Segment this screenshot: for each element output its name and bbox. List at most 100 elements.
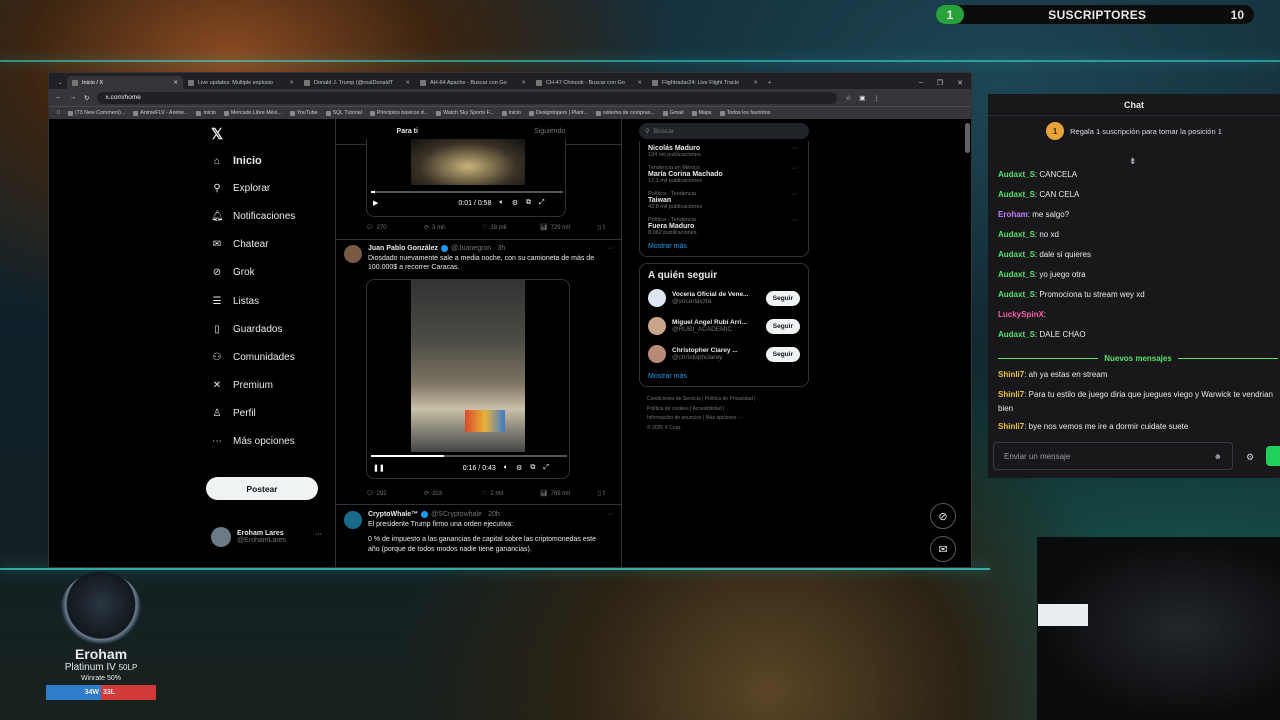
chat-username[interactable]: Audaxt_S [998, 330, 1035, 339]
account-switcher[interactable]: Eroham Lares @ErohamLares ··· [211, 527, 322, 547]
trend-item[interactable]: Nicolás Maduro 134 mil publicaciones ··· [648, 145, 800, 158]
video-player[interactable]: ❚❚ 0:16 / 0:43 🔈︎ ⚙ ⧉ ⤢ [366, 279, 570, 479]
post-button[interactable]: Postear [206, 477, 318, 500]
video-progress[interactable] [371, 455, 567, 457]
share-icon[interactable]: ⇪ [601, 490, 606, 497]
forward-icon[interactable]: → [70, 94, 77, 101]
trend-item[interactable]: Política · Tendencia Taiwan 43,8 mil publi… [648, 191, 800, 210]
more-icon[interactable]: ··· [791, 217, 798, 224]
nav-item-grok[interactable]: ⊘ Grok [211, 267, 255, 278]
menu-icon[interactable]: ⋮ [873, 94, 880, 102]
tweet-author[interactable]: CryptoWhale™ [368, 511, 418, 518]
browser-tab[interactable]: CH-47 Chinook - Buscar con Go ✕ [531, 76, 647, 89]
extensions-icon[interactable]: ▣ [859, 94, 865, 102]
chat-username[interactable]: Audaxt_S [998, 170, 1035, 179]
grok-icon[interactable]: ⊘ [930, 503, 956, 529]
avatar[interactable] [344, 245, 362, 263]
settings-icon[interactable]: ⚙ [512, 199, 518, 207]
pip-icon[interactable]: ⧉ [530, 464, 535, 472]
chat-username[interactable]: LuckySpinX [998, 310, 1044, 319]
footer-line[interactable]: Condiciones de Servicio | Política de Pr… [647, 395, 809, 405]
nav-item-inicio[interactable]: ⌂ Inicio [211, 155, 262, 167]
more-icon[interactable]: ··· [791, 191, 798, 198]
more-icon[interactable]: ··· [315, 531, 322, 538]
trend-item[interactable]: Tendencia en México María Corina Machado 1… [648, 165, 800, 184]
bookmark-item[interactable]: Watch Sky Sports F... [436, 110, 494, 116]
more-icon[interactable]: ··· [607, 245, 614, 252]
volume-icon[interactable]: 🔈︎ [499, 199, 503, 207]
chat-username[interactable]: Shinli7 [998, 390, 1024, 399]
bookmark-item[interactable]: Inicio [196, 110, 216, 116]
minimize-icon[interactable]: – [919, 79, 923, 86]
close-icon[interactable]: ✕ [405, 80, 410, 86]
follow-suggestion[interactable]: Vocería Oficial de Vene... @vocerlavzla Se… [648, 289, 800, 307]
url-field[interactable]: x.com/home [97, 91, 838, 104]
nav-item-notificaciones[interactable]: 🔔︎ Notificaciones [211, 211, 295, 222]
tweet-action[interactable]: 📊︎ 769 mil [540, 490, 598, 498]
chat-username[interactable]: Audaxt_S [998, 190, 1035, 199]
nav-item-chatear[interactable]: ✉ Chatear [211, 239, 269, 250]
bookmark-item[interactable]: sistema de compras... [595, 110, 655, 116]
fullscreen-icon[interactable]: ⤢ [543, 464, 549, 472]
messages-icon[interactable]: ✉ [930, 536, 956, 562]
tweet-action[interactable]: ♡ 18 mil [482, 224, 540, 232]
close-icon[interactable]: ✕ [957, 79, 963, 87]
search-input[interactable]: ⚲ Buscar [639, 123, 809, 139]
footer-line[interactable]: © 2025 X Corp. [647, 424, 809, 434]
footer-line[interactable]: Política de cookies | Accesibilidad | [647, 405, 809, 415]
nav-item-perfil[interactable]: ♙ Perfil [211, 408, 256, 419]
collapse-icon[interactable]: ⇟ [1129, 156, 1137, 167]
tweet-action[interactable]: 💬︎ 292 [366, 490, 424, 498]
chat-username[interactable]: Shinli7 [998, 422, 1024, 431]
bookmark-item[interactable]: Principios básicos d... [369, 110, 428, 116]
bookmark-item[interactable]: Maps [691, 110, 712, 116]
gift-sub-banner[interactable]: 1 Regala 1 suscripción para tomar la pos… [988, 116, 1280, 146]
share-icon[interactable]: ⇪ [601, 224, 606, 231]
emote-icon[interactable]: ☻ [1214, 452, 1222, 461]
show-more-link[interactable]: Mostrar más [648, 243, 800, 250]
tweet-action[interactable]: ⟳ 3 mil [424, 224, 482, 232]
tweet[interactable]: Juan Pablo González @Juanegron · 3h ··· … [344, 245, 614, 273]
settings-icon[interactable]: ⚙ [1246, 452, 1254, 463]
tab-list-button[interactable]: ⌄ [53, 76, 67, 89]
more-icon[interactable]: ··· [607, 511, 614, 518]
bookmark-item[interactable]: Mercado Libre Méxi... [223, 110, 282, 116]
more-icon[interactable]: ··· [791, 145, 798, 152]
chat-input[interactable]: Enviar un mensaje ☻ [993, 442, 1233, 470]
bookmark-item[interactable]: YouTube [289, 110, 318, 116]
x-logo-icon[interactable]: 𝕏 [211, 125, 223, 143]
chat-username[interactable]: Shinli7 [998, 370, 1024, 379]
nav-item-premium[interactable]: ✕ Premium [211, 380, 273, 391]
browser-tab[interactable]: Flightradar24: Live Flight Tracki ✕ [647, 76, 763, 89]
bookmark-item[interactable]: Inicio [501, 110, 521, 116]
chat-username[interactable]: Audaxt_S [998, 250, 1035, 259]
nav-item-guardados[interactable]: ▯ Guardados [211, 324, 282, 335]
show-more-link[interactable]: Mostrar más [648, 373, 800, 380]
bookmark-item[interactable]: (73 New Comment)... [67, 110, 125, 116]
volume-icon[interactable]: 🔈︎ [504, 464, 508, 472]
follow-suggestion[interactable]: Miguel Angel Rubí Arri... @RUBI_ACADEMIC S… [648, 317, 800, 335]
chat-username[interactable]: Audaxt_S [998, 230, 1035, 239]
avatar[interactable] [344, 511, 362, 529]
apps-icon[interactable]: ⁞⁞ [57, 110, 60, 116]
close-icon[interactable]: ✕ [289, 80, 294, 86]
close-icon[interactable]: ✕ [637, 80, 642, 86]
nav-item-listas[interactable]: ☰ Listas [211, 296, 260, 307]
pip-icon[interactable]: ⧉ [526, 199, 531, 207]
chat-username[interactable]: Audaxt_S [998, 270, 1035, 279]
close-icon[interactable]: ✕ [753, 80, 758, 86]
bookmark-item[interactable]: Designtopers | Plant... [528, 110, 588, 116]
tweet-action[interactable]: ♡ 2 mil [482, 490, 540, 498]
nav-item-comunidades[interactable]: ⚇ Comunidades [211, 352, 295, 363]
settings-icon[interactable]: ⚙ [516, 464, 522, 472]
maximize-icon[interactable]: ❐ [937, 79, 943, 87]
chat-username[interactable]: Eroham [998, 210, 1028, 219]
star-icon[interactable]: ☆ [845, 94, 851, 102]
play-icon[interactable]: ▶ [373, 199, 378, 207]
bookmark-item[interactable]: Gmail [662, 110, 684, 116]
nav-item-explorar[interactable]: ⚲ Explorar [211, 183, 270, 194]
chat-username[interactable]: Audaxt_S [998, 290, 1035, 299]
follow-button[interactable]: Seguir [765, 318, 800, 334]
nav-item-más-opciones[interactable]: ⋯ Más opciones [211, 436, 295, 447]
more-icon[interactable]: ··· [791, 165, 798, 172]
